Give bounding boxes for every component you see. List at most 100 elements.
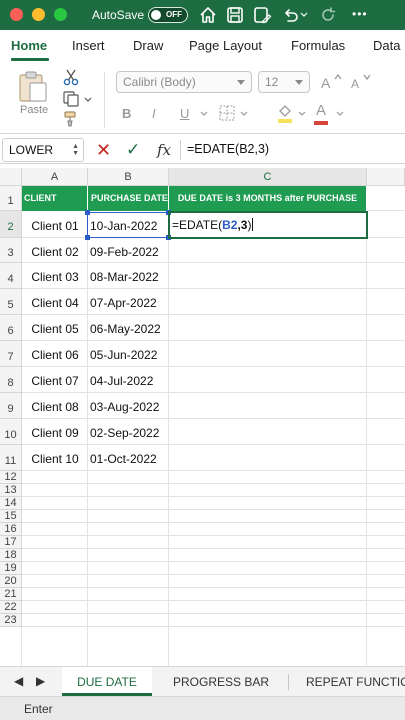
cancel-entry-icon[interactable]: ✕ xyxy=(96,140,111,161)
tab-draw[interactable]: Draw xyxy=(133,38,163,53)
name-box[interactable]: LOWER ▲ ▼ xyxy=(2,138,84,162)
header-cell-client[interactable]: CLIENT xyxy=(22,186,88,211)
undo-dropdown-chevron-icon[interactable] xyxy=(300,11,308,19)
client-cell[interactable]: Client 04 xyxy=(22,296,88,310)
row-header[interactable]: 18 xyxy=(0,549,22,562)
row-header[interactable]: 10 xyxy=(0,419,22,445)
more-options-icon[interactable]: ••• xyxy=(352,7,368,21)
font-color-dropdown-chevron-icon[interactable] xyxy=(336,110,344,118)
sheet-tab-due-date[interactable]: DUE DATE xyxy=(62,667,152,696)
row-header[interactable]: 12 xyxy=(0,471,22,484)
row-header[interactable]: 5 xyxy=(0,289,22,315)
paste-label[interactable]: Paste xyxy=(20,104,48,116)
client-cell[interactable]: Client 07 xyxy=(22,374,88,388)
sheet-tab-progress-bar[interactable]: PROGRESS BAR xyxy=(156,667,286,696)
purchase-date-cell[interactable]: 02-Sep-2022 xyxy=(90,426,168,440)
purchase-date-cell[interactable]: 01-Oct-2022 xyxy=(90,452,168,466)
cell-c2-edit-text[interactable]: =EDATE(B2,3) xyxy=(172,218,254,232)
next-sheet-icon[interactable]: ▶ xyxy=(36,674,45,688)
tab-home[interactable]: Home xyxy=(11,38,47,53)
client-cell[interactable]: Client 02 xyxy=(22,245,88,259)
home-icon[interactable] xyxy=(198,5,218,25)
row-header[interactable]: 2 xyxy=(0,211,22,238)
redo-icon[interactable] xyxy=(318,5,338,25)
fill-color-dropdown-chevron-icon[interactable] xyxy=(298,110,306,118)
save-as-icon[interactable] xyxy=(252,5,272,25)
undo-icon[interactable] xyxy=(280,5,300,25)
row-header[interactable]: 9 xyxy=(0,393,22,419)
row-header[interactable]: 8 xyxy=(0,367,22,393)
column-header-a[interactable]: A xyxy=(22,168,88,186)
font-name-dropdown[interactable]: Calibri (Body) xyxy=(116,71,252,93)
row-header[interactable]: 14 xyxy=(0,497,22,510)
zoom-window-button[interactable] xyxy=(54,8,67,21)
client-cell[interactable]: Client 05 xyxy=(22,322,88,336)
row-header[interactable]: 11 xyxy=(0,445,22,471)
purchase-date-cell[interactable]: 03-Aug-2022 xyxy=(90,400,168,414)
tab-page-layout[interactable]: Page Layout xyxy=(189,38,262,53)
autosave-toggle[interactable]: OFF xyxy=(148,7,188,23)
client-cell[interactable]: Client 10 xyxy=(22,452,88,466)
italic-button[interactable]: I xyxy=(152,106,156,121)
purchase-date-cell[interactable]: 07-Apr-2022 xyxy=(90,296,168,310)
reference-handle[interactable] xyxy=(85,210,90,215)
row-header[interactable]: 4 xyxy=(0,263,22,289)
purchase-date-cell[interactable]: 05-Jun-2022 xyxy=(90,348,168,362)
purchase-date-cell[interactable]: 06-May-2022 xyxy=(90,322,168,336)
row-header[interactable]: 19 xyxy=(0,562,22,575)
row-header[interactable]: 7 xyxy=(0,341,22,367)
format-painter-icon[interactable] xyxy=(62,110,80,128)
row-header[interactable]: 13 xyxy=(0,484,22,497)
font-size-dropdown[interactable]: 12 xyxy=(258,71,310,93)
insert-function-button[interactable]: fx xyxy=(157,141,171,159)
formula-input[interactable]: =EDATE(B2,3) xyxy=(187,142,269,156)
borders-icon[interactable] xyxy=(218,104,236,122)
column-header-c[interactable]: C xyxy=(169,168,367,186)
header-cell-purchase-date[interactable]: PURCHASE DATE xyxy=(88,186,169,211)
underline-dropdown-chevron-icon[interactable] xyxy=(200,110,208,118)
purchase-date-cell[interactable]: 09-Feb-2022 xyxy=(90,245,168,259)
copy-icon[interactable] xyxy=(62,90,80,108)
row-header[interactable]: 22 xyxy=(0,601,22,614)
row-header[interactable]: 21 xyxy=(0,588,22,601)
column-header-d[interactable] xyxy=(367,168,405,186)
purchase-date-cell[interactable]: 04-Jul-2022 xyxy=(90,374,168,388)
tab-insert[interactable]: Insert xyxy=(72,38,105,53)
borders-dropdown-chevron-icon[interactable] xyxy=(240,110,248,118)
row-header[interactable]: 15 xyxy=(0,510,22,523)
close-window-button[interactable] xyxy=(10,8,23,21)
row-header[interactable]: 20 xyxy=(0,575,22,588)
underline-button[interactable]: U xyxy=(180,106,189,121)
row-header[interactable]: 6 xyxy=(0,315,22,341)
tab-formulas[interactable]: Formulas xyxy=(291,38,345,53)
increase-font-size-icon[interactable]: A xyxy=(320,72,342,92)
column-header-b[interactable]: B xyxy=(88,168,169,186)
row-header[interactable]: 1 xyxy=(0,186,22,211)
minimize-window-button[interactable] xyxy=(32,8,45,21)
confirm-entry-icon[interactable]: ✓ xyxy=(126,140,140,160)
reference-handle[interactable] xyxy=(85,235,90,240)
save-icon[interactable] xyxy=(225,5,245,25)
client-cell[interactable]: Client 01 xyxy=(22,219,88,233)
decrease-font-size-icon[interactable]: A xyxy=(350,72,372,92)
sheet-tab-repeat-function[interactable]: REPEAT FUNCTION xyxy=(296,667,405,696)
copy-dropdown-chevron-icon[interactable] xyxy=(84,96,92,104)
row-header[interactable]: 3 xyxy=(0,238,22,263)
row-header[interactable]: 16 xyxy=(0,523,22,536)
select-all-corner[interactable] xyxy=(0,168,22,186)
worksheet-grid[interactable]: A B C 1 2 3 4 5 6 7 8 9 10 11 12 13 14 15 16 17 18 19 20 21 2… xyxy=(0,164,405,666)
cut-icon[interactable] xyxy=(62,68,80,86)
name-box-stepper-icon[interactable]: ▲ ▼ xyxy=(72,143,79,157)
paste-icon[interactable] xyxy=(16,70,50,104)
client-cell[interactable]: Client 06 xyxy=(22,348,88,362)
client-cell[interactable]: Client 09 xyxy=(22,426,88,440)
previous-sheet-icon[interactable]: ◀ xyxy=(14,674,23,688)
client-cell[interactable]: Client 03 xyxy=(22,270,88,284)
client-cell[interactable]: Client 08 xyxy=(22,400,88,414)
row-header[interactable]: 17 xyxy=(0,536,22,549)
purchase-date-cell[interactable]: 08-Mar-2022 xyxy=(90,270,168,284)
tab-data[interactable]: Data xyxy=(373,38,400,53)
header-cell-due-date[interactable]: DUE DATE is 3 MONTHS after PURCHASE xyxy=(169,186,367,211)
row-header[interactable]: 23 xyxy=(0,614,22,627)
bold-button[interactable]: B xyxy=(122,106,131,121)
